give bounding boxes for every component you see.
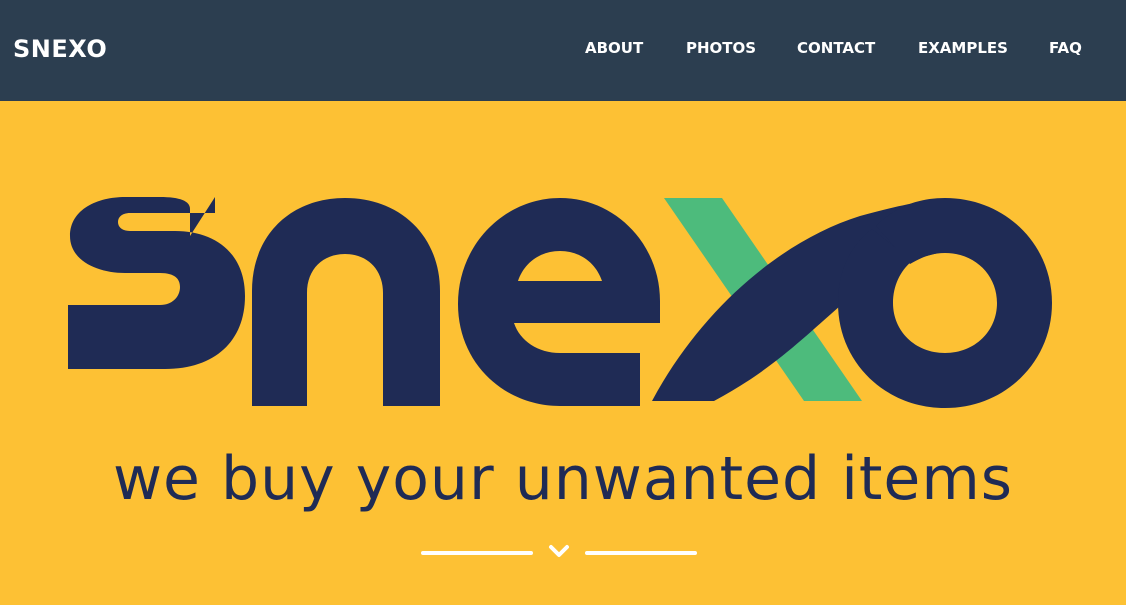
nav-link-photos[interactable]: PHOTOS [686, 37, 756, 59]
logo-letter-e [458, 198, 660, 406]
logo-letter-s [68, 197, 245, 369]
hero-tagline: we buy your unwanted items [112, 444, 1014, 514]
divider-left [421, 551, 533, 555]
divider-right [585, 551, 697, 555]
nav-link-faq[interactable]: FAQ [1049, 37, 1082, 59]
brand-link[interactable]: SNEXO [13, 33, 107, 65]
chevron-down-icon[interactable] [548, 541, 570, 561]
top-navbar: SNEXO ABOUT PHOTOS CONTACT EXAMPLES FAQ [0, 0, 1126, 101]
nav-link-about[interactable]: ABOUT [585, 37, 643, 59]
nav-link-examples[interactable]: EXAMPLES [918, 37, 1008, 59]
snexo-logo [68, 197, 1052, 408]
hero-section: we buy your unwanted items [0, 101, 1126, 605]
nav-link-contact[interactable]: CONTACT [797, 37, 875, 59]
logo-letter-n [252, 198, 440, 406]
